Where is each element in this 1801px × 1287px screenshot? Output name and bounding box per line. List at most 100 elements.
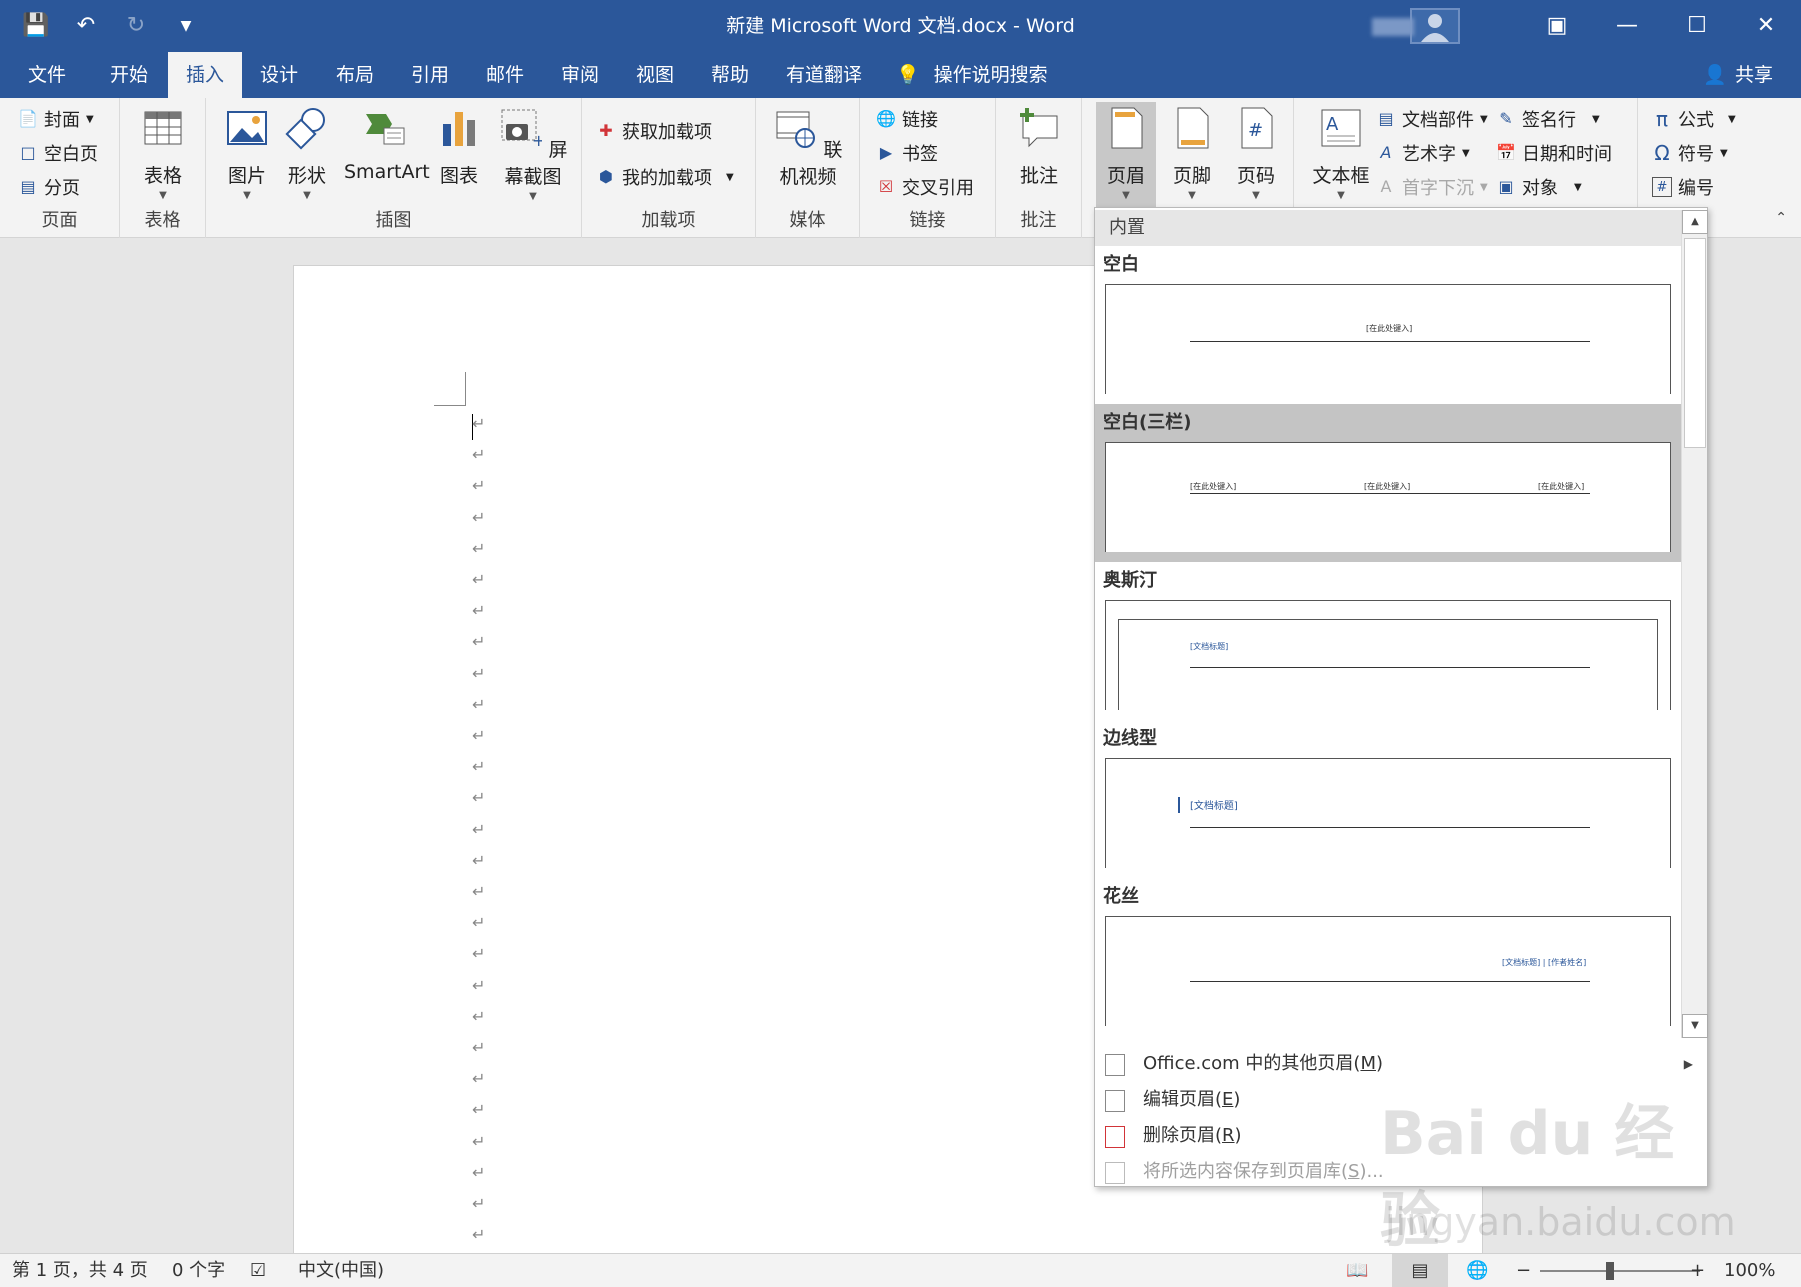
paragraph-mark: ↵ bbox=[472, 1100, 486, 1120]
paragraph-mark: ↵ bbox=[472, 726, 486, 745]
cross-reference-button[interactable]: ☒ 交叉引用 bbox=[876, 174, 974, 200]
gallery-item-blank-three-column[interactable]: 空白(三栏) [在此处键入] [在此处键入] [在此处键入] bbox=[1095, 404, 1681, 562]
wordart-button[interactable]: A 艺术字 ▼ bbox=[1376, 140, 1470, 166]
symbol-button[interactable]: Ω 符号 ▼ bbox=[1652, 140, 1727, 166]
tab-file[interactable]: 文件 bbox=[10, 52, 84, 98]
more-headers-office-com[interactable]: Office.com 中的其他页眉(M) ▶ bbox=[1095, 1046, 1707, 1082]
pictures-button[interactable]: 图片 ▼ bbox=[224, 106, 270, 201]
gallery-thumbnail: [文档标题] | [作者姓名] bbox=[1105, 916, 1671, 1026]
page-break-button[interactable]: ▤ 分页 bbox=[18, 174, 80, 200]
object-button[interactable]: ▣ 对象 ▼ bbox=[1496, 174, 1581, 200]
number-button[interactable]: # 编号 bbox=[1652, 174, 1714, 200]
gallery-thumbnail: [在此处键入] bbox=[1105, 284, 1671, 394]
group-illustrations: 图片 ▼ 形状 ▼ SmartArt 图表 + 屏幕截图 ▼ 插图 bbox=[206, 98, 582, 238]
tab-home[interactable]: 开始 bbox=[92, 52, 166, 98]
svg-text:A: A bbox=[1326, 114, 1339, 135]
gallery-scrollbar[interactable]: ▲ ▼ bbox=[1681, 210, 1708, 1038]
picture-icon bbox=[227, 111, 267, 145]
submenu-arrow-icon: ▶ bbox=[1683, 1057, 1693, 1071]
tell-me-search[interactable]: 💡 操作说明搜索 bbox=[896, 52, 1048, 98]
tab-review[interactable]: 审阅 bbox=[543, 52, 617, 98]
link-button[interactable]: 🌐 链接 bbox=[876, 106, 938, 132]
tab-references[interactable]: 引用 bbox=[393, 52, 467, 98]
textbox-button[interactable]: A 文本框 ▼ bbox=[1308, 106, 1374, 201]
my-addins-button[interactable]: ⬢ 我的加载项 ▼ bbox=[596, 164, 734, 190]
zoom-in-icon[interactable]: + bbox=[1690, 1254, 1705, 1287]
paragraph-mark: ↵ bbox=[472, 570, 486, 589]
group-label-media: 媒体 bbox=[789, 210, 826, 231]
page-count[interactable]: 第 1 页，共 4 页 bbox=[12, 1254, 148, 1287]
gallery-item-blank[interactable]: 空白 [在此处键入] bbox=[1095, 246, 1681, 404]
share-button[interactable]: 👤 共享 bbox=[1703, 52, 1773, 98]
wordart-icon: A bbox=[1380, 143, 1392, 162]
paragraph-mark: ↵ bbox=[472, 944, 486, 964]
page-break-icon: ▤ bbox=[20, 177, 36, 196]
title-bar: 💾 ↶ ↻ ▼ 新建 Microsoft Word 文档.docx - Word… bbox=[0, 0, 1801, 52]
drop-cap-button[interactable]: A 首字下沉 ▼ bbox=[1376, 174, 1488, 200]
tab-mailings[interactable]: 邮件 bbox=[468, 52, 542, 98]
footer-button[interactable]: 页脚 ▼ bbox=[1164, 106, 1220, 201]
gallery-item-sideline[interactable]: 边线型 [文档标题] bbox=[1095, 720, 1681, 878]
zoom-slider[interactable] bbox=[1540, 1270, 1700, 1272]
blank-page-button[interactable]: □ 空白页 bbox=[18, 140, 98, 166]
bookmark-button[interactable]: ▶ 书签 bbox=[876, 140, 938, 166]
account-avatar[interactable] bbox=[1372, 8, 1460, 44]
table-button[interactable]: 表格 ▼ bbox=[140, 106, 186, 201]
tab-design[interactable]: 设计 bbox=[242, 52, 316, 98]
group-label-comments: 批注 bbox=[1020, 210, 1057, 231]
print-layout-icon[interactable]: ▤ bbox=[1392, 1254, 1448, 1287]
group-label-illustrations: 插图 bbox=[375, 210, 412, 231]
screenshot-icon: + bbox=[501, 109, 546, 150]
close-icon[interactable]: ✕ bbox=[1731, 0, 1801, 52]
zoom-level[interactable]: 100% bbox=[1724, 1254, 1775, 1287]
language[interactable]: 中文(中国) bbox=[298, 1254, 384, 1287]
paragraph-mark: ↵ bbox=[472, 882, 486, 901]
redo-icon[interactable]: ↻ bbox=[118, 8, 154, 44]
minimize-icon[interactable]: — bbox=[1592, 0, 1662, 52]
tab-insert[interactable]: 插入 bbox=[168, 52, 243, 98]
tab-layout[interactable]: 布局 bbox=[318, 52, 392, 98]
group-media: 联机视频 媒体 bbox=[756, 98, 860, 238]
gallery-thumbnail: [文档标题] bbox=[1105, 758, 1671, 868]
scroll-up-icon[interactable]: ▲ bbox=[1682, 210, 1708, 234]
customize-qat-icon[interactable]: ▼ bbox=[168, 8, 204, 44]
collapse-ribbon-icon[interactable]: ⌃ bbox=[1775, 210, 1787, 226]
comment-button[interactable]: 批注 bbox=[1014, 106, 1064, 188]
quick-parts-button[interactable]: ▤ 文档部件 ▼ bbox=[1376, 106, 1487, 132]
scroll-down-icon[interactable]: ▼ bbox=[1682, 1014, 1708, 1038]
zoom-slider-knob[interactable] bbox=[1606, 1262, 1614, 1280]
get-addins-button[interactable]: ✚ 获取加载项 bbox=[596, 118, 712, 144]
tab-help[interactable]: 帮助 bbox=[693, 52, 767, 98]
read-mode-icon[interactable]: 📖 bbox=[1346, 1254, 1368, 1287]
gallery-item-filigree[interactable]: 花丝 [文档标题] | [作者姓名] bbox=[1095, 878, 1681, 1036]
zoom-out-icon[interactable]: − bbox=[1516, 1254, 1531, 1287]
screenshot-button[interactable]: + 屏幕截图 ▼ bbox=[490, 106, 576, 202]
gallery-item-austin[interactable]: 奥斯汀 [文档标题] bbox=[1095, 562, 1681, 720]
word-count[interactable]: 0 个字 bbox=[172, 1254, 225, 1287]
date-time-button[interactable]: 📅 日期和时间 bbox=[1496, 140, 1612, 166]
online-video-button[interactable]: 联机视频 bbox=[766, 106, 850, 189]
group-label-addins: 加载项 bbox=[641, 210, 696, 231]
lightbulb-icon: 💡 bbox=[896, 64, 920, 86]
maximize-icon[interactable]: ☐ bbox=[1662, 0, 1732, 52]
tab-view[interactable]: 视图 bbox=[618, 52, 692, 98]
save-icon[interactable]: 💾 bbox=[18, 8, 54, 44]
undo-icon[interactable]: ↶ bbox=[68, 8, 104, 44]
equation-button[interactable]: π 公式 ▼ bbox=[1652, 106, 1736, 132]
ribbon-display-options-icon[interactable]: ▣ bbox=[1522, 0, 1592, 52]
smartart-button[interactable]: SmartArt bbox=[344, 106, 430, 183]
chart-button[interactable]: 图表 bbox=[436, 106, 482, 188]
tab-youdao[interactable]: 有道翻译 bbox=[768, 52, 880, 98]
web-layout-icon[interactable]: 🌐 bbox=[1466, 1254, 1488, 1287]
proofing-icon[interactable]: ☑ bbox=[250, 1254, 266, 1287]
scroll-thumb[interactable] bbox=[1684, 238, 1706, 448]
shapes-button[interactable]: 形状 ▼ bbox=[284, 106, 330, 201]
group-addins: ✚ 获取加载项 ⬢ 我的加载项 ▼ 加载项 bbox=[582, 98, 756, 238]
drop-cap-icon: A bbox=[1380, 177, 1392, 196]
header-button[interactable]: 页眉 ▼ bbox=[1096, 102, 1156, 210]
new-comment-icon bbox=[1020, 108, 1058, 148]
number-icon: # bbox=[1652, 177, 1672, 197]
page-number-button[interactable]: # 页码 ▼ bbox=[1228, 106, 1284, 201]
signature-line-button[interactable]: ✎ 签名行 ▼ bbox=[1496, 106, 1599, 132]
cover-page-button[interactable]: 📄 封面 ▼ bbox=[18, 106, 94, 132]
